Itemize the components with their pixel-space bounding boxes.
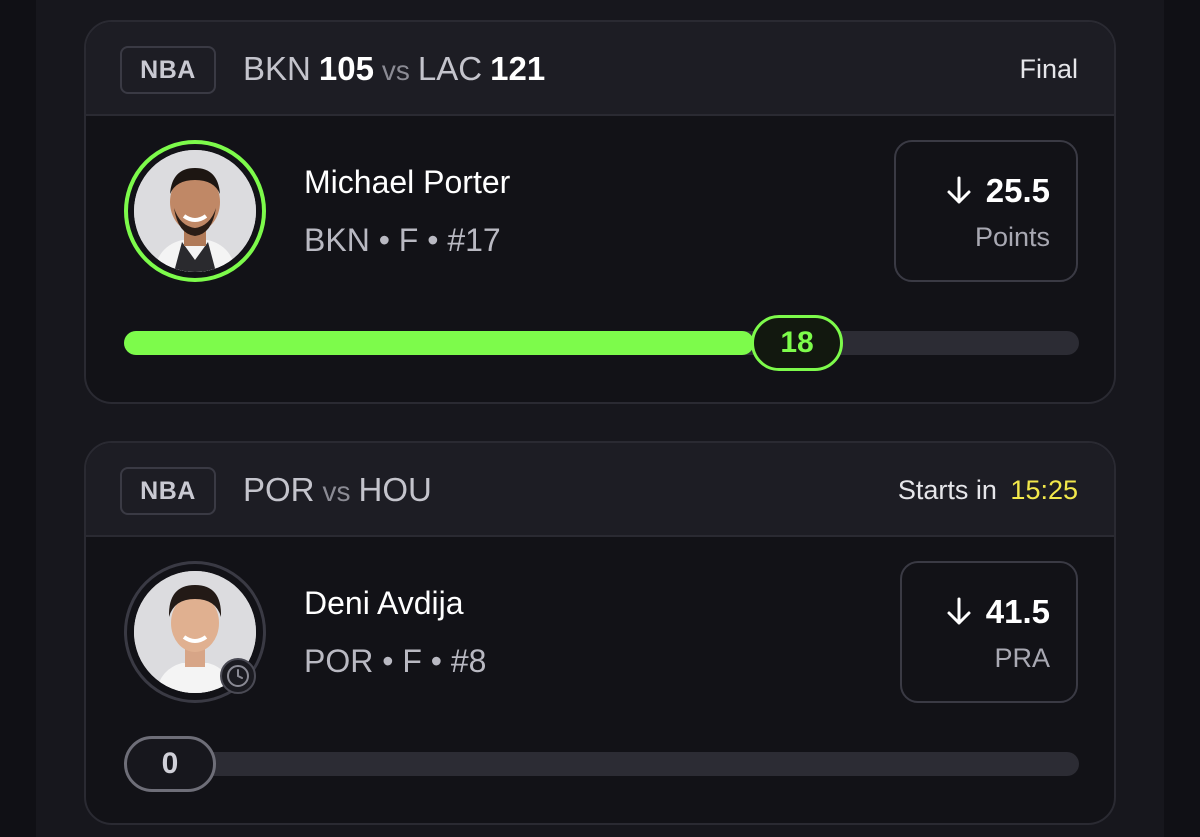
status-prefix: Starts in	[897, 475, 997, 505]
clock-icon	[220, 658, 256, 694]
away-team: LAC	[417, 50, 483, 87]
game-matchup: POR vs HOU	[243, 471, 432, 511]
vs-label: vs	[381, 55, 410, 86]
line-number: 25.5	[985, 172, 1050, 209]
prop-stat-label: PRA	[994, 643, 1050, 673]
game-status: Starts in 15:25	[898, 475, 1078, 506]
prop-card[interactable]: NBA BKN 105 vs LAC 121 Final Michael Por…	[84, 20, 1116, 404]
progress-track	[124, 752, 1079, 776]
home-team: POR	[243, 471, 315, 508]
player-name[interactable]: Deni Avdija	[304, 585, 464, 622]
league-badge: NBA	[120, 467, 216, 515]
down-arrow-icon	[947, 597, 971, 625]
game-header: NBA POR vs HOU Starts in 15:25	[86, 443, 1114, 537]
home-score: 105	[318, 50, 374, 87]
league-badge: NBA	[120, 46, 216, 94]
prop-line-value: 25.5	[946, 172, 1050, 210]
player-name[interactable]: Michael Porter	[304, 164, 510, 201]
prop-card[interactable]: NBA POR vs HOU Starts in 15:25 Deni Avdi…	[84, 441, 1116, 825]
player-meta: BKN • F • #17	[304, 222, 501, 258]
prop-stat-label: Points	[974, 222, 1050, 252]
down-arrow-icon	[947, 176, 971, 204]
progress-current-bubble: 0	[124, 736, 216, 792]
away-team: HOU	[358, 471, 432, 508]
game-matchup: BKN 105 vs LAC 121	[243, 50, 545, 90]
player-meta: POR • F • #8	[304, 643, 487, 679]
line-number: 41.5	[985, 593, 1050, 630]
prop-line-value: 41.5	[946, 593, 1050, 631]
progress-current-bubble: 18	[751, 315, 843, 371]
player-avatar[interactable]	[124, 140, 266, 282]
headshot-illustration	[134, 150, 256, 272]
game-header: NBA BKN 105 vs LAC 121 Final	[86, 22, 1114, 116]
countdown-timer: 15:25	[1010, 475, 1078, 505]
away-score: 121	[490, 50, 546, 87]
home-team: BKN	[243, 50, 311, 87]
player-headshot	[134, 150, 256, 272]
progress-fill	[124, 331, 755, 355]
progress-track	[124, 331, 1079, 355]
prop-line-box[interactable]: 25.5 Points	[894, 140, 1078, 282]
game-status: Final	[1019, 54, 1078, 84]
prop-line-box[interactable]: 41.5 PRA	[900, 561, 1078, 703]
vs-label: vs	[322, 476, 351, 507]
